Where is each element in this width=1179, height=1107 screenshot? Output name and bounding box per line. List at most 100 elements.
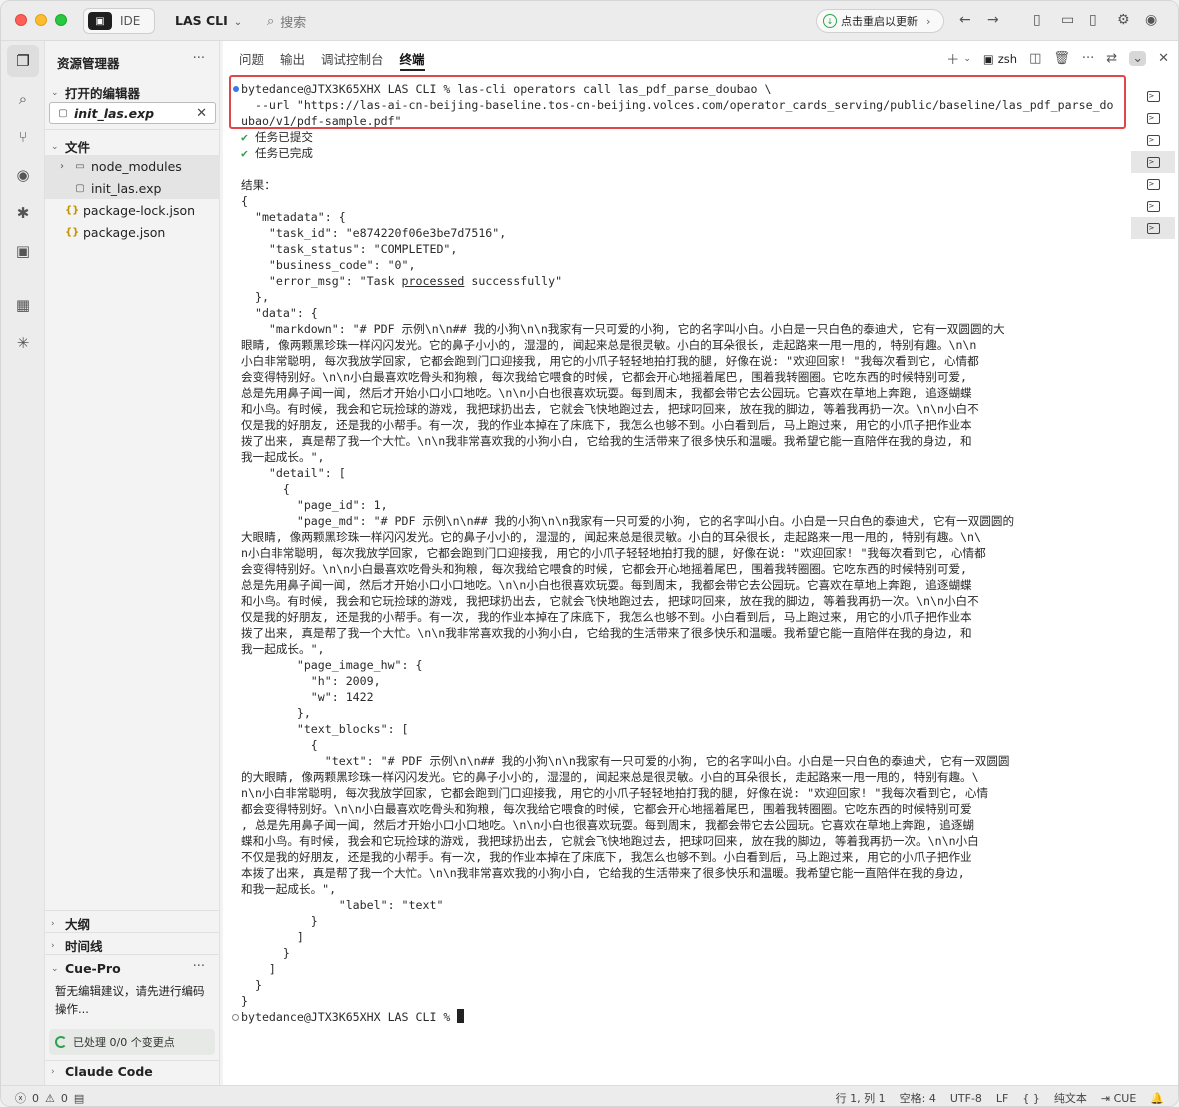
error-count: 0 (32, 1091, 39, 1105)
divider (45, 1060, 220, 1061)
account-icon[interactable]: ◉ (1145, 12, 1157, 28)
remote-monitor-icon[interactable]: ▣ (7, 235, 39, 267)
output-line: "error_msg": "Task processed successfull… (241, 273, 1141, 289)
search-icon[interactable]: ⌕ (7, 83, 39, 115)
terminal-instance[interactable]: > (1131, 195, 1175, 217)
close-panel-icon[interactable]: ✕ (1158, 51, 1169, 66)
chevron-down-icon[interactable]: ⌄ (963, 54, 971, 64)
forward-arrow-icon[interactable]: → (987, 12, 999, 28)
open-editor-item[interactable]: ▢ init_las.exp ✕ (49, 102, 216, 124)
explorer-files-icon[interactable]: ❐ (7, 45, 39, 77)
output-line: 本拨了出来, 真是帮了我一个大忙。\n\n我非常喜欢我的小狗小白, 它给我的生活… (241, 866, 965, 880)
search-placeholder: 搜索 (280, 16, 307, 31)
chevron-down-icon[interactable]: ⌄ (1129, 51, 1147, 66)
new-terminal-plus-icon[interactable]: ＋ (946, 49, 959, 68)
outline-section[interactable]: › 大纲 (51, 914, 90, 933)
claude-code-section[interactable]: › Claude Code (51, 1064, 153, 1079)
cue-label: CUE (1113, 1091, 1137, 1105)
close-window-button[interactable] (15, 14, 27, 26)
split-terminal-icon[interactable]: ◫ (1029, 51, 1041, 66)
terminal-instance[interactable]: > (1131, 151, 1175, 173)
settings-gear-icon[interactable]: ⚙ (1117, 12, 1130, 28)
notifications-bell-icon[interactable]: 🔔 (1150, 1092, 1164, 1105)
prompt-status-dot (232, 1014, 239, 1021)
file-tree-item[interactable]: › ▭ node_modules (45, 155, 220, 177)
terminal-instance[interactable]: > (1131, 173, 1175, 195)
output-line: "metadata": { (241, 210, 346, 224)
divider (45, 932, 220, 933)
output-line: ] (241, 930, 304, 944)
language-mode[interactable]: 纯文本 (1054, 1090, 1087, 1106)
file-tree-item[interactable]: {} package.json (45, 221, 220, 243)
cue-pro-section[interactable]: ⌄ Cue-Pro (51, 961, 121, 976)
toggle-panel-icon[interactable]: ▭ (1061, 12, 1074, 28)
output-line: 我一起成长。", (241, 642, 325, 656)
output-line: }, (241, 706, 311, 720)
tab-output[interactable]: 输出 (280, 41, 305, 75)
minimize-window-button[interactable] (35, 14, 47, 26)
chevron-right-icon: › (51, 940, 55, 951)
error-msg-word: processed (401, 274, 465, 288)
source-control-icon[interactable]: ⑂ (7, 121, 39, 153)
file-tree-label: init_las.exp (91, 180, 162, 196)
search-box[interactable]: ⌕ 搜索 (267, 12, 306, 31)
output-line: "page_id": 1, (241, 498, 388, 512)
timeline-section[interactable]: › 时间线 (51, 936, 103, 955)
file-tree-item[interactable]: {} package-lock.json (45, 199, 220, 221)
back-arrow-icon[interactable]: ← (959, 12, 971, 28)
open-editors-label: 打开的编辑器 (65, 86, 141, 101)
output-line: } (241, 994, 248, 1008)
tab-terminal[interactable]: 终端 (399, 41, 425, 75)
toggle-secondary-sidebar-icon[interactable]: ▯ (1089, 12, 1097, 28)
ide-logo-icon: ▣ (88, 12, 112, 30)
toggle-sidebar-icon[interactable]: ▯ (1033, 12, 1041, 28)
terminal-icon: > (1146, 222, 1160, 234)
output-line: 总是先用鼻子闻一闻, 然后才开始小口小口地吃。\n\n小白也很喜欢玩耍。每到周末… (241, 578, 972, 592)
tab-debug-console[interactable]: 调试控制台 (321, 41, 384, 75)
output-line: 和小鸟。有时候, 我会和它玩捡球的游戏, 我把球扔出去, 它就会飞快地跑过去, … (241, 594, 979, 608)
extensions-grid-icon[interactable]: ▦ (7, 289, 39, 321)
maximize-window-button[interactable] (55, 14, 67, 26)
divider (45, 910, 220, 911)
close-icon[interactable]: ✕ (196, 106, 207, 121)
output-line: ] (241, 962, 276, 976)
restart-to-update-button[interactable]: ↓ 点击重启以更新 › (816, 9, 944, 33)
ai-spark-icon[interactable]: ✳ (7, 327, 39, 359)
json-file-icon: {} (65, 204, 80, 216)
more-actions-icon[interactable]: ··· (193, 959, 205, 974)
end-of-line[interactable]: LF (996, 1092, 1008, 1105)
output-line: 总是先用鼻子闻一闻, 然后才开始小口小口地吃。\n\n小白也很喜欢玩耍。每到周末… (241, 386, 972, 400)
more-actions-icon[interactable]: ··· (1082, 51, 1094, 66)
files-section[interactable]: ⌄ 文件 (51, 137, 90, 156)
ide-switcher[interactable]: ▣ IDE (83, 8, 155, 34)
project-selector[interactable]: LAS CLI ⌄ (175, 13, 242, 28)
terminal-output[interactable]: bytedance@JTX3K65XHX LAS CLI % las-cli o… (229, 75, 1141, 1071)
cue-status-badge: 已处理 0/0 个变更点 (49, 1029, 215, 1055)
chevron-down-icon: ⌄ (51, 87, 59, 98)
terminal-instance[interactable]: > (1131, 85, 1175, 107)
trash-icon[interactable]: 🗑 (1053, 51, 1070, 66)
cue-icon: ⇥ (1100, 1091, 1111, 1105)
eye-icon[interactable]: ◉ (7, 159, 39, 191)
file-tree-item[interactable]: ▢ init_las.exp (45, 177, 220, 199)
indentation[interactable]: 空格: 4 (900, 1090, 936, 1106)
output-line: 不仅是我的好朋友, 还是我的小帮手。有一次, 我的作业本掉在了床底下, 我怎么也… (241, 850, 972, 864)
terminal-instance[interactable]: > (1131, 129, 1175, 151)
debug-bug-icon[interactable]: ✱ (7, 197, 39, 229)
tab-problems[interactable]: 问题 (239, 41, 264, 75)
shell-selector[interactable]: ▣ zsh (983, 52, 1017, 66)
files-label: 文件 (65, 140, 91, 155)
terminal-instance[interactable]: > (1131, 107, 1175, 129)
error-msg-suffix: successfully" (464, 274, 563, 288)
encoding[interactable]: UTF-8 (950, 1092, 982, 1105)
terminal-instance[interactable]: > (1131, 217, 1175, 239)
cursor-position[interactable]: 行 1, 列 1 (836, 1090, 886, 1106)
problems-indicator[interactable]: ⓧ 0 ⚠ 0 ▤ (15, 1090, 84, 1106)
cue-indicator[interactable]: ⇥ CUE (1101, 1092, 1136, 1105)
more-actions-icon[interactable]: ··· (193, 51, 205, 66)
terminal-instance-list: > > > > > > > (1131, 85, 1175, 239)
output-line: "label": "text" (241, 898, 444, 912)
terminal-settings-icon[interactable]: ⇄ (1106, 51, 1117, 66)
brackets[interactable]: { } (1022, 1092, 1040, 1105)
open-editors-section[interactable]: ⌄ 打开的编辑器 (51, 83, 140, 102)
